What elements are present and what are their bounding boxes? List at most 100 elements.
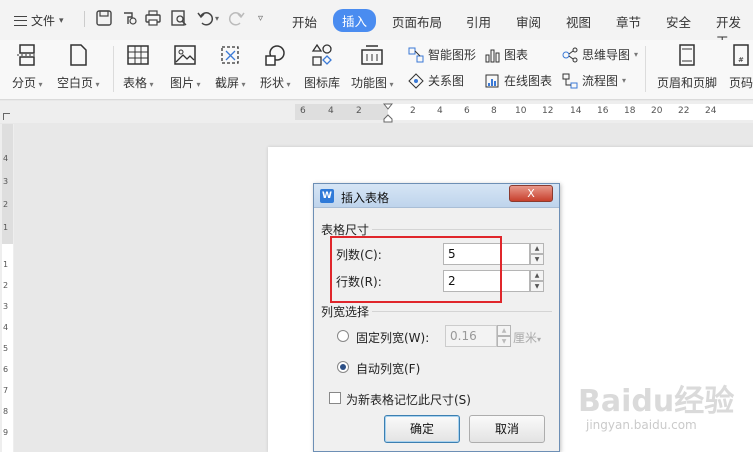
mind-map-button[interactable]: 思维导图 ▾ <box>562 46 638 63</box>
header-footer-label: 页眉和页脚 <box>657 76 718 90</box>
tab-page-layout[interactable]: 页面布局 <box>392 12 442 31</box>
spin-up-icon[interactable]: ▲ <box>530 243 544 254</box>
undo-dropdown-icon[interactable]: ▾ <box>215 14 219 23</box>
spin-down-icon[interactable]: ▼ <box>530 254 544 265</box>
remember-size-checkbox[interactable] <box>329 392 341 404</box>
ruler-number: 6 <box>300 106 306 116</box>
redo-icon[interactable] <box>228 9 246 27</box>
fixed-width-radio[interactable] <box>337 330 349 342</box>
chart-label: 图表 <box>504 48 529 62</box>
tab-security[interactable]: 安全 <box>666 12 691 31</box>
mind-map-label: 思维导图 <box>582 48 631 62</box>
header-footer-button[interactable]: 页眉和页脚 <box>657 42 717 91</box>
online-chart-icon <box>485 74 499 87</box>
flow-chart-button[interactable]: 流程图 ▾ <box>562 72 626 89</box>
format-painter-icon[interactable] <box>120 9 138 27</box>
fixed-width-input[interactable]: 0.16 <box>445 325 497 347</box>
screenshot-button[interactable]: 截屏 ▾ <box>215 42 246 91</box>
tab-insert[interactable]: 插入 <box>333 9 377 32</box>
tab-references[interactable]: 引用 <box>466 12 491 31</box>
ruler-number: 6 <box>3 365 9 374</box>
indent-marker-icon[interactable] <box>383 103 393 123</box>
ruler-number: 4 <box>437 106 443 116</box>
page-number-button[interactable]: # 页码 <box>728 42 753 91</box>
tab-review[interactable]: 审阅 <box>516 12 541 31</box>
dialog-title: 插入表格 <box>341 191 390 205</box>
ok-button[interactable]: 确定 <box>384 415 460 443</box>
icon-library-label: 图标库 <box>304 76 341 90</box>
rows-stepper[interactable]: ▲ ▼ <box>530 270 544 292</box>
ruler-number: 18 <box>624 106 636 116</box>
file-menu-label: 文件 <box>31 14 56 28</box>
chevron-down-icon: ▾ <box>537 335 542 344</box>
smart-art-button[interactable]: 智能图形 <box>408 46 476 63</box>
ruler-number: 8 <box>3 407 9 416</box>
shape-button[interactable]: 形状 ▾ <box>260 42 291 91</box>
vertical-ruler[interactable]: 4 3 2 1 1 2 3 4 5 6 7 8 9 <box>0 124 14 452</box>
function-chart-label: 功能图 <box>351 76 388 90</box>
ruler-number: 1 <box>3 260 9 269</box>
close-button[interactable]: X <box>509 185 553 202</box>
chevron-down-icon: ▾ <box>239 80 246 89</box>
shape-label: 形状 <box>260 76 285 90</box>
table-button[interactable]: 表格 ▾ <box>123 42 154 91</box>
ruler-number: 16 <box>597 106 609 116</box>
blank-page-button[interactable]: 空白页 ▾ <box>57 42 100 91</box>
undo-icon[interactable] <box>196 9 214 27</box>
print-preview-icon[interactable] <box>170 9 188 27</box>
columns-stepper[interactable]: ▲ ▼ <box>530 243 544 265</box>
function-chart-button[interactable]: 功能图 ▾ <box>351 42 394 91</box>
spin-up-icon[interactable]: ▲ <box>497 325 511 336</box>
auto-width-radio[interactable] <box>337 361 349 373</box>
print-icon[interactable] <box>144 9 162 27</box>
tab-view[interactable]: 视图 <box>566 12 591 31</box>
ruler-number: 12 <box>542 106 554 116</box>
page-break-button[interactable]: 分页 ▾ <box>12 42 43 91</box>
divider <box>84 11 85 27</box>
spin-up-icon[interactable]: ▲ <box>530 270 544 281</box>
ruler-number: 10 <box>515 106 527 116</box>
ruler-number: 14 <box>570 106 582 116</box>
wps-writer-icon: W <box>320 189 334 203</box>
save-icon[interactable] <box>95 9 113 27</box>
tab-home[interactable]: 开始 <box>292 12 317 31</box>
file-menu[interactable]: 文件 ▾ <box>14 12 64 29</box>
screenshot-label: 截屏 <box>215 76 240 90</box>
cancel-button[interactable]: 取消 <box>469 415 545 443</box>
insert-table-dialog: W 插入表格 X 表格尺寸 列数(C): 5 ▲ ▼ 行数(R): 2 ▲ ▼ … <box>313 183 560 452</box>
divider <box>645 46 646 92</box>
fixed-width-stepper[interactable]: ▲ ▼ <box>497 325 511 347</box>
chevron-down-icon: ▾ <box>284 80 291 89</box>
chart-button[interactable]: 图表 <box>484 46 528 63</box>
tab-stop-selector[interactable] <box>3 113 10 120</box>
ruler-number: 2 <box>356 106 362 116</box>
ruler-number: 20 <box>651 106 663 116</box>
spin-down-icon[interactable]: ▼ <box>530 281 544 292</box>
ruler-number: 3 <box>3 302 9 311</box>
svg-text:#: # <box>738 56 744 64</box>
chart-icon <box>485 49 500 62</box>
picture-icon <box>174 45 197 65</box>
chevron-down-icon: ▾ <box>36 80 43 89</box>
chevron-down-icon: ▾ <box>59 15 64 26</box>
blank-page-label: 空白页 <box>57 76 94 90</box>
divider <box>372 311 552 312</box>
online-chart-button[interactable]: 在线图表 <box>484 72 552 89</box>
spin-down-icon[interactable]: ▼ <box>497 336 511 347</box>
table-icon <box>127 45 150 65</box>
ruler-number: 3 <box>3 177 9 186</box>
online-chart-label: 在线图表 <box>504 74 553 88</box>
icon-library-button[interactable]: 图标库 <box>304 42 340 91</box>
dialog-titlebar[interactable]: W 插入表格 X <box>314 184 559 208</box>
column-width-group-title: 列宽选择 <box>321 305 370 319</box>
unit-select[interactable]: 厘米▾ <box>513 329 541 346</box>
customize-toolbar-icon[interactable]: ▿ <box>258 13 263 24</box>
header-footer-icon <box>679 44 695 66</box>
relation-chart-button[interactable]: 关系图 <box>408 72 464 89</box>
horizontal-ruler[interactable]: 6 4 2 2 4 6 8 10 12 14 16 18 20 22 24 <box>0 101 753 123</box>
ruler-margin <box>295 104 388 120</box>
divider <box>113 46 114 92</box>
tab-section[interactable]: 章节 <box>616 12 641 31</box>
picture-button[interactable]: 图片 ▾ <box>170 42 201 91</box>
ruler-number: 24 <box>705 106 717 116</box>
